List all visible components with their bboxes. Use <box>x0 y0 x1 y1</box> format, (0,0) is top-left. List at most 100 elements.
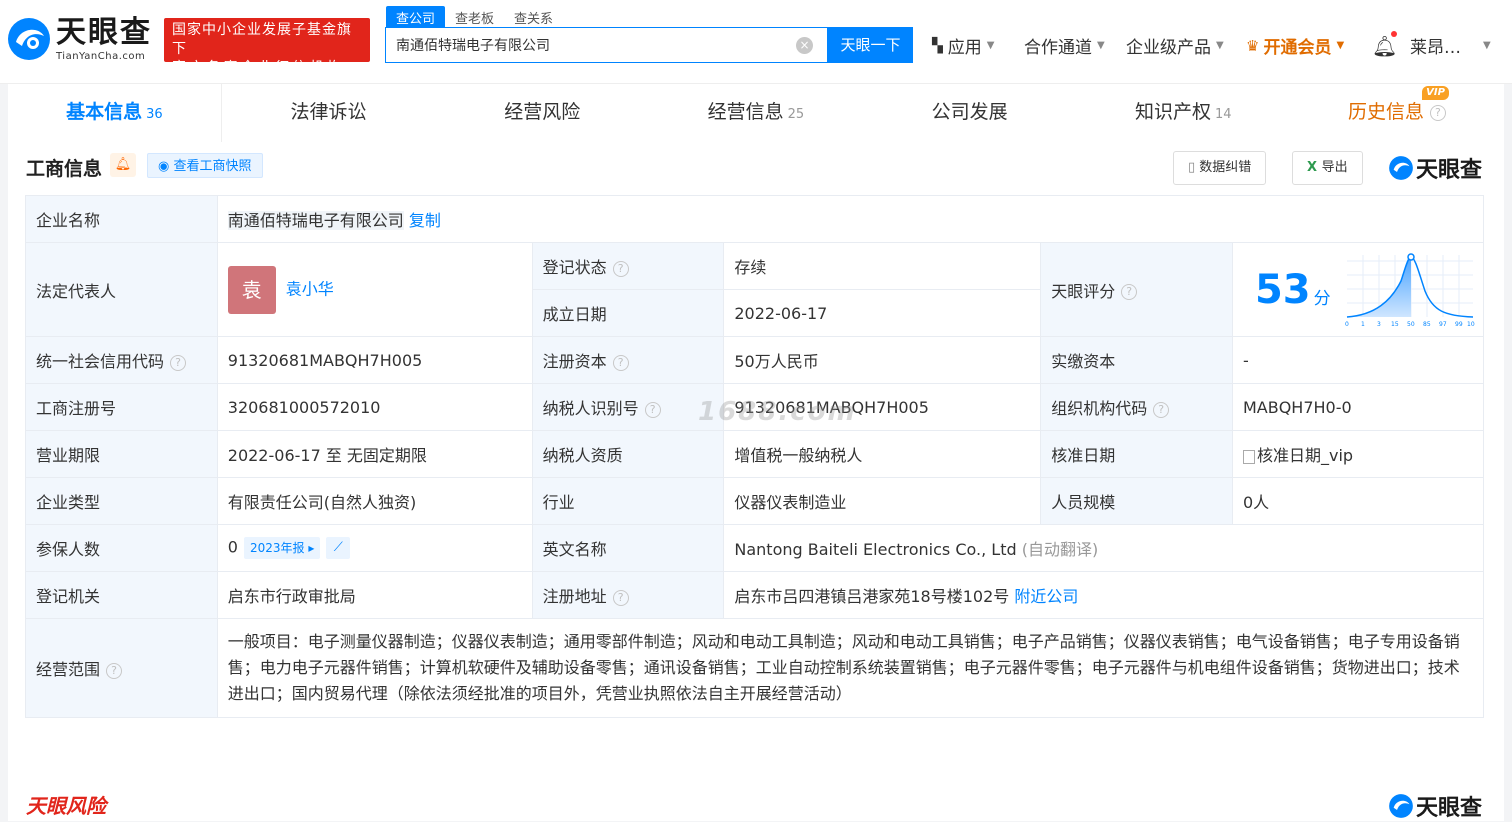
registration-authority: 启东市行政审批局 <box>216 571 533 619</box>
monitor-bell-icon[interactable]: 🔔︎ <box>110 153 136 177</box>
registered-address: 启东市吕四港镇吕港家苑18号楼102号 <box>734 587 1010 606</box>
detail-tabs: 基本信息 36 法律诉讼 经营风险 经营信息 25 公司发展 知识产权 14 历史信息… <box>8 84 1504 142</box>
table-row: 统一社会信用代码? 91320681MABQH7H005 注册资本? 50万人民… <box>25 336 1485 384</box>
staff-size: 0人 <box>1231 477 1485 525</box>
credit-code: 91320681MABQH7H005 <box>216 336 533 384</box>
paid-capital: - <box>1231 336 1485 384</box>
watermark: 1688.com <box>698 397 857 427</box>
legal-rep-link[interactable]: 袁小华 <box>286 279 334 298</box>
search-tab-boss[interactable]: 查老板 <box>445 6 504 29</box>
axis-tick: 97 <box>1439 321 1447 328</box>
vip-badge: VIP <box>1422 86 1449 100</box>
tab-ip[interactable]: 知识产权 14 <box>1076 84 1290 142</box>
tab-development[interactable]: 公司发展 <box>863 84 1077 142</box>
nav-user[interactable]: 莱昂… ▼ <box>1410 33 1491 58</box>
score-value: 53 <box>1254 266 1311 313</box>
found-date: 2022-06-17 <box>723 289 1042 337</box>
help-icon[interactable]: ? <box>612 354 629 371</box>
axis-tick: 100 <box>1467 321 1475 328</box>
chevron-down-icon: ▼ <box>1216 40 1224 51</box>
nav-apps[interactable]: ▚ 应用 ▼ <box>932 33 995 59</box>
axis-tick: 15 <box>1391 321 1399 328</box>
nav-enterprise[interactable]: 企业级产品 ▼ <box>1126 33 1224 58</box>
nav-partner[interactable]: 合作通道 ▼ <box>1024 33 1105 58</box>
table-row: 法定代表人 袁袁小华 登记状态? 存续 天眼评分? 53 分 0 1 3 15 … <box>25 242 1485 337</box>
search-button[interactable]: 天眼一下 <box>828 27 913 63</box>
excel-icon: X <box>1307 160 1322 175</box>
grid-icon: ▚ <box>932 37 943 54</box>
tab-history[interactable]: 历史信息? VIP <box>1290 84 1504 142</box>
help-icon[interactable]: ? <box>1121 284 1138 300</box>
company-type: 有限责任公司(自然人独资) <box>216 477 533 525</box>
table-row: 登记机关 启东市行政审批局 注册地址? 启东市吕四港镇吕港家苑18号楼102号 … <box>25 571 1484 619</box>
snapshot-button[interactable]: ◉ 查看工商快照 <box>147 153 263 178</box>
help-icon[interactable]: ? <box>170 354 187 371</box>
help-icon[interactable]: ? <box>612 589 629 606</box>
annual-report-link[interactable]: 2023年报 ▸ <box>243 537 321 559</box>
search-tab-relation[interactable]: 查关系 <box>504 6 563 29</box>
axis-tick: 0 <box>1345 321 1349 328</box>
reg-status: 存续 <box>723 242 1042 290</box>
table-row: 营业期限 2022-06-17 至 无固定期限 纳税人资质 增值税一般纳税人 核… <box>25 430 1485 478</box>
help-icon[interactable]: ? <box>106 662 123 679</box>
official-badge: 国家中小企业发展子基金旗下 官方备案企业征信机构 <box>164 18 370 76</box>
business-info-panel: 工商信息 🔔︎ ◉ 查看工商快照 ▯ 数据纠错 X 导出 天眼查 企业名称 南通… <box>8 142 1504 821</box>
tab-operation[interactable]: 经营信息 25 <box>649 84 863 142</box>
crown-icon: ♛ <box>1246 36 1260 55</box>
logo-domain: TianYanCha.com <box>56 50 146 62</box>
taxpayer-qualification: 增值税一般纳税人 <box>723 430 1042 478</box>
copy-link[interactable]: 复制 <box>409 211 441 230</box>
trend-chart-icon[interactable]: ⟋ <box>326 537 351 559</box>
bell-icon[interactable]: 🔔︎ <box>1372 34 1397 58</box>
tab-risk[interactable]: 经营风险 <box>435 84 649 142</box>
logo[interactable]: 天眼查 TianYanCha.com <box>6 16 152 62</box>
business-scope: 一般项目：电子测量仪器制造；仪器仪表制造；通用零部件制造；风动和电动工具制造；风… <box>216 618 1485 718</box>
industry: 仪器仪表制造业 <box>723 477 1042 525</box>
avatar[interactable]: 袁 <box>227 265 276 314</box>
table-row: 经营范围? 一般项目：电子测量仪器制造；仪器仪表制造；通用零部件制造；风动和电动… <box>25 618 1485 718</box>
logo-name: 天眼查 <box>56 14 152 50</box>
search-input[interactable] <box>396 37 786 53</box>
table-row: 参保人数 0 2023年报 ▸ ⟋ 英文名称 Nantong Baiteli Ele… <box>25 524 1484 572</box>
table-row: 企业类型 有限责任公司(自然人独资) 行业 仪器仪表制造业 人员规模 0人 <box>25 477 1485 525</box>
search-tabs: 查公司 查老板 查关系 <box>386 6 563 29</box>
score-curve-chart: 0 1 3 15 50 85 97 99 100 <box>1345 252 1475 328</box>
search-tab-company[interactable]: 查公司 <box>386 6 446 29</box>
chevron-down-icon: ▼ <box>1336 40 1345 51</box>
search-box: × <box>385 27 828 63</box>
notification-dot <box>1391 31 1397 37</box>
insured-count: 0 <box>227 537 238 557</box>
brand-mark: 天眼查 <box>1388 790 1482 822</box>
english-name: Nantong Baiteli Electronics Co., Ltd <box>734 540 1017 559</box>
edit-icon: ▯ <box>1188 160 1200 175</box>
risk-section-title: 天眼风险 <box>26 794 106 818</box>
nav-vip[interactable]: ♛ 开通会员 ▼ <box>1246 33 1345 59</box>
reg-capital: 50万人民币 <box>723 336 1042 384</box>
clear-icon[interactable]: × <box>796 37 813 54</box>
tab-basic-info[interactable]: 基本信息 36 <box>8 84 222 142</box>
business-term: 2022-06-17 至 无固定期限 <box>216 430 533 478</box>
help-icon[interactable]: ? <box>612 260 629 277</box>
table-row: 企业名称 南通佰特瑞电子有限公司 复制 <box>25 195 1485 243</box>
broken-image-icon <box>1242 449 1255 464</box>
score-cell[interactable]: 53分 0131550859799100 <box>1231 242 1485 337</box>
logo-icon <box>1389 794 1413 818</box>
org-code: MABQH7H0-0 <box>1231 383 1485 431</box>
section-title: 工商信息 <box>26 158 103 180</box>
correct-button[interactable]: ▯ 数据纠错 <box>1173 151 1267 185</box>
tab-legal[interactable]: 法律诉讼 <box>222 84 436 142</box>
nearby-companies-link[interactable]: 附近公司 <box>1014 587 1078 606</box>
help-icon: ? <box>1429 104 1446 121</box>
company-name: 南通佰特瑞电子有限公司 <box>227 211 404 230</box>
axis-tick: 1 <box>1361 321 1365 328</box>
info-table: 企业名称 南通佰特瑞电子有限公司 复制 法定代表人 袁袁小华 登记状态? 存续 … <box>25 195 1485 718</box>
export-button[interactable]: X 导出 <box>1292 151 1363 185</box>
help-icon[interactable]: ? <box>644 401 661 418</box>
help-icon[interactable]: ? <box>1153 401 1170 418</box>
axis-tick: 3 <box>1377 321 1381 328</box>
brand-mark: 天眼查 <box>1388 152 1482 184</box>
chevron-down-icon: ▼ <box>986 40 995 51</box>
chevron-down-icon: ▼ <box>1483 40 1491 51</box>
axis-tick: 85 <box>1423 321 1431 328</box>
camera-icon: ◉ <box>158 159 174 174</box>
